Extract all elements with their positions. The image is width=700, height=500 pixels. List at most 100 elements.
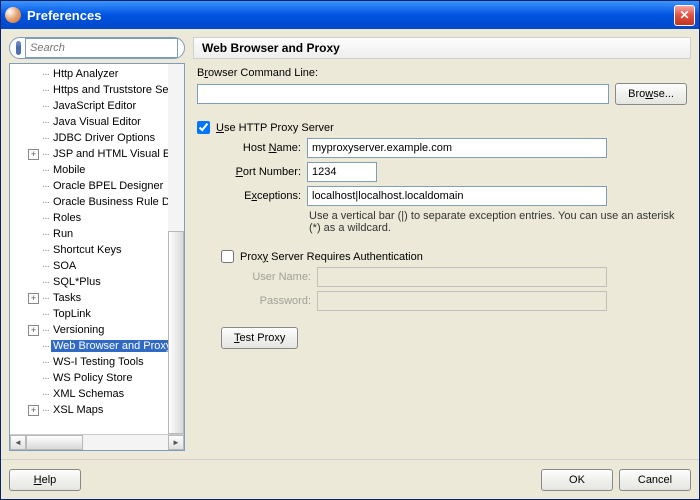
expand-icon[interactable]: + [28, 149, 39, 160]
password-input [317, 291, 607, 311]
use-proxy-checkbox[interactable] [197, 121, 210, 134]
tree-item-label: TopLink [51, 308, 93, 320]
tree-item-label: WS-I Testing Tools [51, 356, 146, 368]
tree-item[interactable]: ···Http Analyzer [10, 66, 184, 82]
scroll-thumb[interactable] [168, 231, 184, 435]
tree-connector-icon: ··· [42, 197, 49, 208]
tree-item-label: Oracle Business Rule Desig [51, 196, 184, 208]
tree-item[interactable]: ···WS-I Testing Tools [10, 354, 184, 370]
tree-item-label: Versioning [51, 324, 106, 336]
tree-connector-icon: ··· [42, 373, 49, 384]
tree-connector-icon: ··· [42, 117, 49, 128]
use-proxy-label: Use HTTP Proxy Server [216, 122, 334, 134]
tree-item-label: XSL Maps [51, 404, 105, 416]
tree-connector-icon: ··· [42, 261, 49, 272]
tree-item[interactable]: +···XSL Maps [10, 402, 184, 418]
tree-item[interactable]: +···JSP and HTML Visual Editor [10, 146, 184, 162]
exceptions-input[interactable] [307, 186, 607, 206]
tree-connector-icon: ··· [42, 85, 49, 96]
footer: Help OK Cancel [1, 459, 699, 499]
exceptions-label: Exceptions: [221, 190, 301, 202]
tree-item[interactable]: ···TopLink [10, 306, 184, 322]
tree-item[interactable]: ···JDBC Driver Options [10, 130, 184, 146]
tree-item-label: WS Policy Store [51, 372, 134, 384]
search-box[interactable] [9, 37, 185, 59]
auth-checkbox[interactable] [221, 250, 234, 263]
username-label: User Name: [241, 271, 311, 283]
tree-item-label: Java Visual Editor [51, 116, 143, 128]
tree-connector-icon: ··· [42, 341, 49, 352]
tree-item[interactable]: ···Oracle BPEL Designer [10, 178, 184, 194]
tree-connector-icon: ··· [42, 165, 49, 176]
content-area: ···Http Analyzer···Https and Truststore … [1, 29, 699, 459]
expand-icon[interactable]: + [28, 325, 39, 336]
vertical-scrollbar[interactable] [168, 64, 184, 434]
tree-connector-icon: ··· [42, 229, 49, 240]
tree-item[interactable]: ···Oracle Business Rule Desig [10, 194, 184, 210]
tree-list: ···Http Analyzer···Https and Truststore … [10, 64, 184, 420]
tree-connector-icon: ··· [42, 309, 49, 320]
tree-item-label: Shortcut Keys [51, 244, 123, 256]
tree-connector-icon: ··· [42, 69, 49, 80]
tree-connector-icon: ··· [42, 357, 49, 368]
horizontal-scrollbar[interactable]: ◄ ► [10, 434, 184, 450]
tree-item[interactable]: ···Mobile [10, 162, 184, 178]
titlebar: Preferences ✕ [1, 1, 699, 29]
tree-item-label: Tasks [51, 292, 83, 304]
tree-item-label: SOA [51, 260, 78, 272]
scroll-thumb[interactable] [26, 435, 83, 450]
panel-body: Browser Command Line: Browse... Use HTTP… [193, 59, 691, 451]
expand-icon[interactable]: + [28, 293, 39, 304]
test-proxy-button[interactable]: Test Proxy [221, 327, 298, 349]
close-button[interactable]: ✕ [674, 5, 695, 26]
tree-connector-icon: ··· [42, 277, 49, 288]
tree-item[interactable]: ···Web Browser and Proxy [10, 338, 184, 354]
tree-item[interactable]: ···Run [10, 226, 184, 242]
auth-label: Proxy Server Requires Authentication [240, 251, 423, 263]
tree-item-label: SQL*Plus [51, 276, 103, 288]
tree-item[interactable]: ···XML Schemas [10, 386, 184, 402]
expand-icon[interactable]: + [28, 405, 39, 416]
tree-connector-icon: ··· [42, 325, 49, 336]
browser-cmd-label: Browser Command Line: [197, 67, 687, 79]
cancel-button[interactable]: Cancel [619, 469, 691, 491]
scroll-right-button[interactable]: ► [168, 435, 184, 450]
tree-connector-icon: ··· [42, 149, 49, 160]
panel-title: Web Browser and Proxy [193, 37, 691, 59]
tree-item-label: Https and Truststore Settin [51, 84, 184, 96]
tree-connector-icon: ··· [42, 389, 49, 400]
tree-item[interactable]: +···Tasks [10, 290, 184, 306]
preferences-tree: ···Http Analyzer···Https and Truststore … [9, 63, 185, 451]
exceptions-hint: Use a vertical bar (|) to separate excep… [309, 210, 687, 234]
tree-item-label: JSP and HTML Visual Editor [51, 148, 184, 160]
tree-item[interactable]: ···SQL*Plus [10, 274, 184, 290]
scroll-left-button[interactable]: ◄ [10, 435, 26, 450]
tree-item[interactable]: ···Java Visual Editor [10, 114, 184, 130]
search-input[interactable] [25, 38, 178, 58]
tree-item[interactable]: ···Roles [10, 210, 184, 226]
app-icon [5, 7, 21, 23]
tree-item[interactable]: ···SOA [10, 258, 184, 274]
tree-connector-icon: ··· [42, 133, 49, 144]
ok-button[interactable]: OK [541, 469, 613, 491]
browse-button[interactable]: Browse... [615, 83, 687, 105]
tree-item[interactable]: ···JavaScript Editor [10, 98, 184, 114]
host-input[interactable] [307, 138, 607, 158]
host-label: Host Name: [221, 142, 301, 154]
browser-cmd-input[interactable] [197, 84, 609, 104]
tree-connector-icon: ··· [42, 181, 49, 192]
tree-connector-icon: ··· [42, 293, 49, 304]
tree-connector-icon: ··· [42, 405, 49, 416]
binoculars-icon [16, 41, 21, 55]
tree-item[interactable]: ···Shortcut Keys [10, 242, 184, 258]
tree-connector-icon: ··· [42, 101, 49, 112]
tree-item[interactable]: +···Versioning [10, 322, 184, 338]
tree-item[interactable]: ···WS Policy Store [10, 370, 184, 386]
tree-item-label: Oracle BPEL Designer [51, 180, 165, 192]
port-input[interactable] [307, 162, 377, 182]
help-button[interactable]: Help [9, 469, 81, 491]
tree-item[interactable]: ···Https and Truststore Settin [10, 82, 184, 98]
tree-item-label: JDBC Driver Options [51, 132, 157, 144]
tree-item-label: Run [51, 228, 75, 240]
tree-connector-icon: ··· [42, 245, 49, 256]
